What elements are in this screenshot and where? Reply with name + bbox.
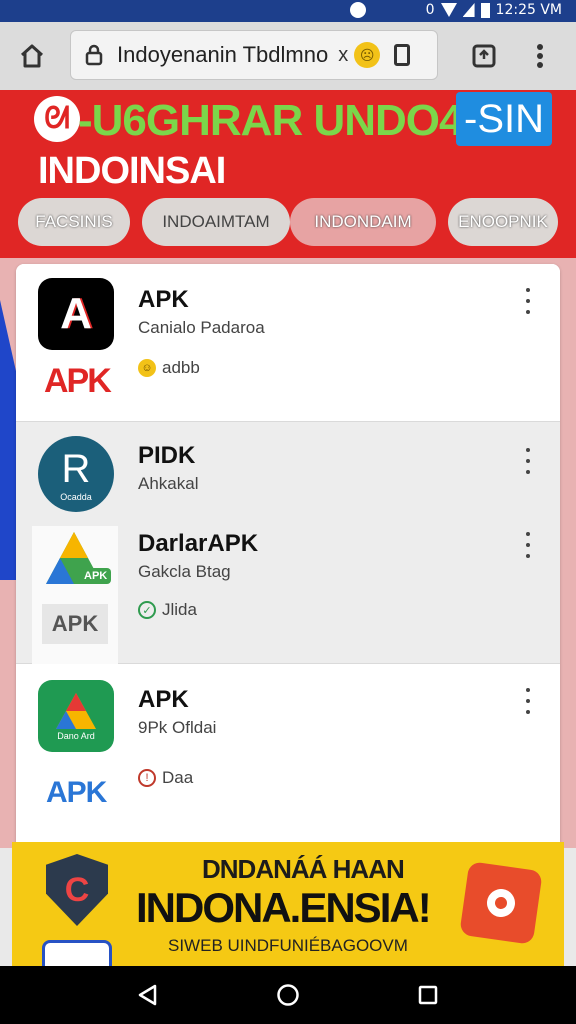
promo-banner[interactable]: C DNDANÁÁ HAAN INDONA.ENSIA! SIWEB UINDF… [12,842,564,966]
category-chip[interactable]: INDONDAIM [290,198,436,246]
browser-toolbar: Indoyenanin Tbdlmno x ☹ [0,22,576,90]
app-list: A APK APK Canialo Padaroa ☺ adbb R Ocadd… [16,264,560,864]
app-subtitle: 9Pk Ofldai [138,718,217,737]
recents-icon [418,985,438,1005]
signal-icon [462,3,475,17]
back-button[interactable] [132,980,162,1010]
triangle-logo-icon [56,693,96,729]
home-nav-button[interactable] [273,980,303,1010]
notification-icon [350,2,366,18]
app-meta-text: adbb [162,358,200,377]
list-item[interactable]: A APK APK Canialo Padaroa ☺ adbb [16,264,560,422]
recents-button[interactable] [413,980,443,1010]
site-logo-icon: ᘛ [34,96,80,142]
app-meta: ☺ adbb [138,358,200,378]
more-vert-icon[interactable] [518,288,538,314]
more-vert-icon[interactable] [518,532,538,558]
status-right: 0 12:25 VM [426,2,562,18]
wifi-icon [440,3,457,17]
more-vert-icon [537,44,543,68]
tabs-icon [472,44,496,68]
app-icon-letter: A [60,289,92,338]
list-item[interactable]: Dano Ard APK APK 9Pk Ofldai ! Daa [16,664,560,864]
check-icon: ✓ [138,601,156,619]
app-icon-caption: Dano Ard [57,731,95,741]
alert-icon: ! [138,769,156,787]
brand-logo: APK [42,604,108,644]
app-thumbnail-icon [42,940,112,966]
hero-subtitle: INDOINSAI [38,150,226,192]
apk-tag: APK [80,568,112,584]
hero-banner: ᘛ -U6GHRAR UNDO4N -SIN INDOINSAI FACSINI… [0,90,576,258]
app-subtitle: Canialo Padaroa [138,318,265,337]
emoji-icon: ☹ [354,42,381,68]
app-title: APK [138,686,189,713]
lock-icon [85,44,103,66]
battery-icon [480,2,490,18]
address-bar[interactable]: Indoyenanin Tbdlmno x ☹ [70,30,438,80]
back-icon [138,984,157,1006]
url-text: Indoyenanin Tbdlmno [117,42,329,67]
category-chip[interactable]: FACSINIS [18,198,130,246]
list-item[interactable]: R Ocadda PIDK Ahkakal APK APK DarlarAPK … [16,422,560,664]
app-subtitle: Ahkakal [138,474,199,493]
rating-icon: ☺ [138,359,156,377]
more-vert-icon[interactable] [518,688,538,714]
more-vert-icon[interactable] [518,448,538,474]
app-icon-letter: R [61,446,91,491]
brand-logo: APK [46,776,107,809]
gear-icon [459,861,543,945]
status-indicator: 0 [425,2,435,18]
status-bar: 0 12:25 VM [0,0,576,22]
brand-logo: APK [44,362,112,400]
tab-icon [394,44,411,66]
app-meta: ✓ Jlida [138,600,197,620]
system-nav-bar [0,966,576,1024]
app-title: PIDK [138,442,196,469]
banner-headline: INDONA.ENSIA! [136,884,432,931]
category-chip[interactable]: ENOOPNIK [448,198,558,246]
hero-title: -U6GHRAR UNDO4N [78,96,494,145]
app-title: DarlarAPK [138,530,259,557]
tabs-button[interactable] [464,36,504,76]
app-meta: ! Daa [138,768,193,788]
banner-line-3: SIWEB UINDFUNIÉBAGOOVM [168,936,408,955]
app-meta-text: Daa [162,768,194,787]
category-chip[interactable]: INDOAIMTAM [142,198,290,246]
home-button[interactable] [12,36,52,76]
home-icon [20,44,44,68]
overflow-menu-button[interactable] [520,36,560,76]
app-icon: A [38,278,114,350]
clear-url-button[interactable]: x [338,44,348,67]
app-icon: R Ocadda [38,436,114,512]
hero-badge: -SIN [456,92,552,146]
app-title: APK [138,286,189,313]
app-subtitle: Gakcla Btag [138,562,231,581]
app-meta-text: Jlida [162,600,197,619]
app-icon-caption: Ocadda [60,491,92,502]
banner-line-1: DNDANÁÁ HAAN [202,854,405,884]
app-icon: Dano Ard [38,680,114,752]
shield-icon: C [46,854,108,926]
status-time: 12:25 VM [495,2,562,18]
home-circle-icon [277,984,299,1006]
